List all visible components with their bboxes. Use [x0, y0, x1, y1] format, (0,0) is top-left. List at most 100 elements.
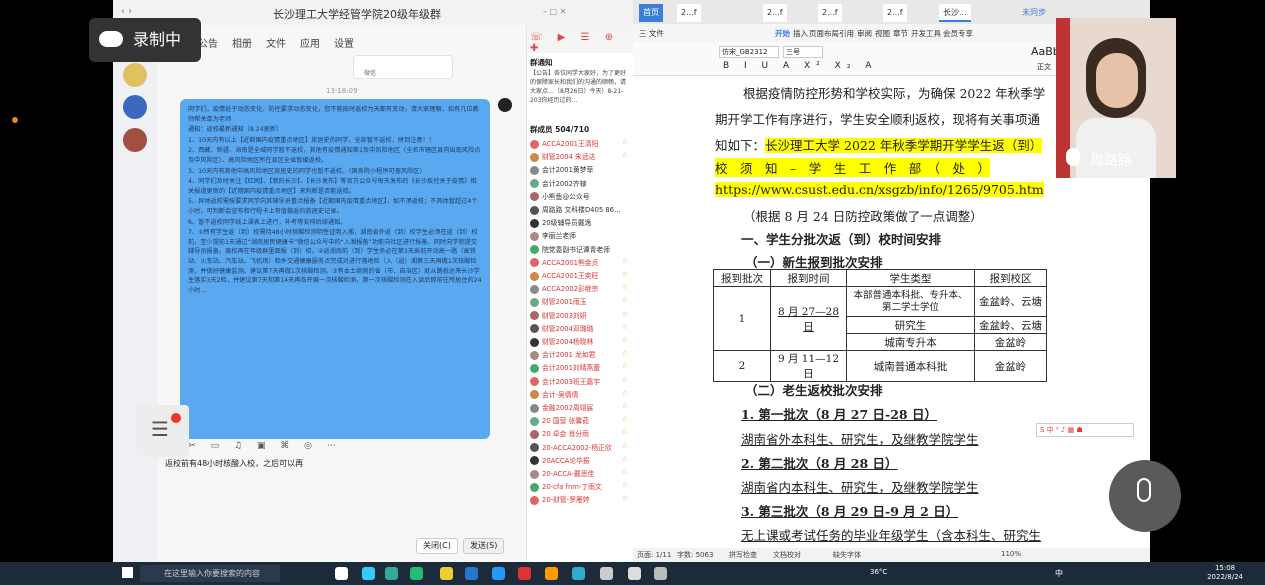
send-button[interactable]: 发送(S) — [463, 538, 505, 554]
member-item[interactable]: ACCA2001王奕旺 ☆ — [530, 270, 630, 283]
app-icon[interactable] — [465, 567, 478, 580]
back-icon[interactable]: ‹ › — [121, 6, 132, 17]
call-icon[interactable]: ☏ ▶ ☰ ⊕ ✚ — [530, 32, 633, 54]
member-item[interactable]: 20 国营 张馨茹 ☆ — [530, 415, 630, 428]
menu-announce[interactable]: 公告 — [198, 35, 218, 50]
taskbar-search[interactable]: 在这里输入你要搜索的内容 — [140, 565, 280, 582]
avatar[interactable] — [123, 128, 147, 152]
menu-layout[interactable]: 页面布局 — [809, 28, 839, 39]
app-icon[interactable] — [410, 567, 423, 580]
browser-icon[interactable] — [385, 567, 398, 580]
member-item[interactable]: 会计2001黄梦菲 — [530, 164, 630, 177]
folder-icon[interactable] — [440, 567, 453, 580]
shared-card[interactable]: 微信 — [353, 55, 453, 79]
ime-indicator[interactable]: 中 — [1055, 568, 1063, 579]
ime-toolbar[interactable]: S 中 ⁰ ♪ ▦ ☗ — [1036, 423, 1134, 437]
doc-link[interactable]: https://www.csust.edu.cn/xsgzb/info/1265… — [715, 182, 1044, 197]
sender-avatar[interactable] — [498, 98, 512, 112]
member-item[interactable]: 周路路 文科楼D405 86… — [530, 204, 630, 217]
menu-apps[interactable]: 应用 — [300, 35, 320, 50]
app-icon[interactable] — [628, 567, 641, 580]
member-item[interactable]: 20-ACCA-戴思佳 ☆ — [530, 468, 630, 481]
missing-fonts[interactable]: 缺失字体 — [833, 550, 861, 560]
member-item[interactable]: 20-cfa fnm-丁雨文 ☆ — [530, 481, 630, 494]
zoom-level[interactable]: 110% — [1001, 550, 1021, 558]
member-item[interactable]: 20-ACCA2002-杨正欣 ☆ — [530, 442, 630, 455]
close-button[interactable]: 关闭(C) — [416, 538, 458, 554]
member-item[interactable]: 20 卓会 肖分雨 ☆ — [530, 428, 630, 441]
member-item[interactable]: 会计-吴倩倩 ☆ — [530, 389, 630, 402]
member-item[interactable]: 会计2001 龙如君 ☆ — [530, 349, 630, 362]
menu-files[interactable]: 文件 — [266, 35, 286, 50]
member-item[interactable]: 金融2002周翊宸 ☆ — [530, 402, 630, 415]
clock[interactable]: 15:08 2022/8/24 — [1207, 564, 1243, 582]
recording-indicator[interactable]: 录制中 — [89, 18, 201, 62]
app-icon[interactable] — [545, 567, 558, 580]
notice-text[interactable]: 【公告】各位同学大家好，为了更好的保障家长和我们的沟通的顺畅，请大家点…（8月2… — [530, 69, 630, 109]
menu-devtools[interactable]: 开发工具 — [911, 28, 941, 39]
menu-member[interactable]: 会员专享 — [943, 28, 973, 39]
spell-check[interactable]: 拼写检查 — [729, 550, 757, 560]
taskview-icon[interactable] — [335, 567, 348, 580]
menu-start[interactable]: 开始 — [775, 28, 790, 39]
member-item[interactable]: 财管2004 朱远达 ☆ — [530, 151, 630, 164]
menu-reference[interactable]: 引用 — [839, 28, 854, 39]
tab-doc[interactable]: 2...f — [883, 4, 907, 22]
app-icon[interactable] — [572, 567, 585, 580]
table-cell: 金盆岭 — [974, 350, 1047, 382]
page-count[interactable]: 页面: 1/11 — [637, 550, 671, 560]
member-item[interactable]: 会计2002齐棣 — [530, 178, 630, 191]
member-item[interactable]: 20ACCA论华振 ☆ — [530, 455, 630, 468]
qq-icon[interactable] — [492, 567, 505, 580]
message-input[interactable]: 返校前有48小时核酸入校，之后可以再 — [165, 458, 303, 469]
member-name: 周路路 文科楼D405 86… — [542, 206, 621, 214]
member-item[interactable]: 20-财管-罗雁婷 ☆ — [530, 494, 630, 507]
member-item[interactable]: 财管2003刘妍 ☆ — [530, 310, 630, 323]
app-icon[interactable] — [600, 567, 613, 580]
member-item[interactable]: ACCA2002彭继宗 ☆ — [530, 283, 630, 296]
top-icons[interactable]: ☏ ▶ ☰ ⊕ ✚ — [527, 25, 633, 54]
member-item[interactable]: 小熊鱼@公众号 — [530, 191, 630, 204]
member-item[interactable]: ACCA2001王清阳 ☆ — [530, 138, 630, 151]
input-toolbar[interactable]: ☺ ✂ ▭ ♫ ▣ ⌘ ◎ ⋯ — [164, 441, 504, 455]
format-buttons[interactable]: B I U A X² X₂ A — [723, 61, 877, 71]
member-item[interactable]: 财管2004杨晓林 ☆ — [530, 336, 630, 349]
sync-status[interactable]: 未同步 — [1018, 4, 1050, 22]
member-item[interactable]: 李丽兰老师 — [530, 230, 630, 243]
menu-review[interactable]: 审阅 — [857, 28, 872, 39]
member-item[interactable]: 会计2003班王嘉宇 ☆ — [530, 376, 630, 389]
menu-view[interactable]: 视图 — [875, 28, 890, 39]
message-bubble[interactable]: 同学们，疫情处于动态变化，防控要求动态变化，您不能按时返校为天都有变动，请大家理… — [180, 99, 490, 439]
mute-mic-button[interactable] — [1109, 460, 1181, 532]
member-item[interactable]: 院党委副书记谭青老师 — [530, 244, 630, 257]
menu-file[interactable]: 三 文件 — [639, 28, 664, 39]
wps-icon[interactable] — [518, 567, 531, 580]
tab-doc[interactable]: 2...f — [818, 4, 842, 22]
menu-settings[interactable]: 设置 — [334, 35, 354, 50]
member-item[interactable]: 财管2001雨玉 ☆ — [530, 296, 630, 309]
menu-album[interactable]: 相册 — [232, 35, 252, 50]
window-controls[interactable]: – □ ✕ — [543, 7, 566, 16]
word-count[interactable]: 字数: 5063 — [677, 550, 713, 560]
tab-active-doc[interactable]: 长沙... — [939, 4, 971, 22]
member-item[interactable]: ACCA2001熊金贞 ☆ — [530, 257, 630, 270]
avatar[interactable] — [123, 63, 147, 87]
menu-insert[interactable]: 插入 — [793, 28, 808, 39]
app-icon[interactable] — [654, 567, 667, 580]
tab-doc[interactable]: 2...f — [677, 4, 701, 22]
weather[interactable]: 36°C — [870, 568, 887, 576]
member-item[interactable]: 财管2004邓璐璐 ☆ — [530, 323, 630, 336]
member-item[interactable]: 20级辅导员戴逸 — [530, 217, 630, 230]
font-name-select[interactable]: 仿宋_GB2312 — [719, 46, 779, 58]
avatar[interactable] — [123, 95, 147, 119]
menu-chapter[interactable]: 章节 — [893, 28, 908, 39]
doc-proofread[interactable]: 文档校对 — [773, 550, 801, 560]
windows-start-icon[interactable] — [122, 567, 133, 578]
tab-doc[interactable]: 2...f — [763, 4, 787, 22]
tab-home[interactable]: 首页 — [639, 4, 663, 22]
font-size-select[interactable]: 三号 — [783, 46, 823, 58]
floating-menu-button[interactable]: ☰ — [137, 405, 189, 457]
edge-icon[interactable] — [362, 567, 375, 580]
member-item[interactable]: 会计2001刘晴燕蕾 ☆ — [530, 362, 630, 375]
member-avatar — [530, 192, 539, 202]
